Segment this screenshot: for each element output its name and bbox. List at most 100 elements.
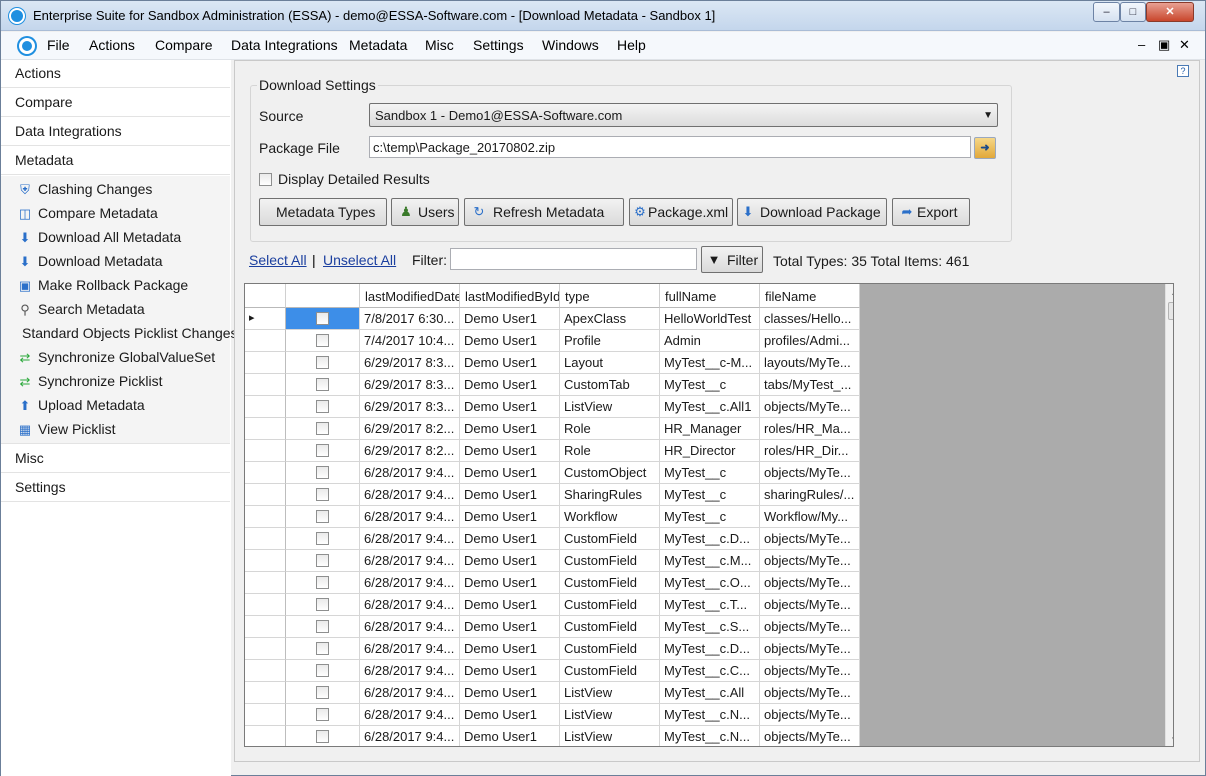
table-cell[interactable]: CustomField bbox=[560, 528, 660, 550]
row-checkbox[interactable] bbox=[316, 444, 329, 457]
mdi-close-button[interactable]: ✕ bbox=[1179, 37, 1190, 53]
table-cell[interactable]: Demo User1 bbox=[460, 616, 560, 638]
column-header-filename[interactable]: fileName bbox=[760, 284, 860, 308]
table-cell[interactable]: 6/28/2017 9:4... bbox=[360, 484, 460, 506]
row-checkbox[interactable] bbox=[316, 312, 329, 325]
sidebar-item-compare-metadata[interactable]: ◫ Compare Metadata bbox=[17, 203, 229, 225]
table-cell[interactable]: CustomField bbox=[560, 616, 660, 638]
table-cell[interactable]: Demo User1 bbox=[460, 440, 560, 462]
sidebar-item-make-rollback-package[interactable]: ▣ Make Rollback Package bbox=[17, 275, 229, 297]
table-cell[interactable]: SharingRules bbox=[560, 484, 660, 506]
row-checkbox[interactable] bbox=[316, 554, 329, 567]
app-menu-icon[interactable] bbox=[19, 38, 35, 54]
table-cell[interactable]: ListView bbox=[560, 704, 660, 726]
row-checkbox[interactable] bbox=[316, 400, 329, 413]
row-checkbox[interactable] bbox=[316, 598, 329, 611]
table-cell[interactable]: Demo User1 bbox=[460, 462, 560, 484]
table-cell[interactable]: ListView bbox=[560, 726, 660, 746]
table-cell[interactable]: 6/28/2017 9:4... bbox=[360, 704, 460, 726]
row-header[interactable] bbox=[245, 440, 286, 462]
table-cell[interactable]: Demo User1 bbox=[460, 638, 560, 660]
table-cell[interactable]: MyTest__c.M... bbox=[660, 550, 760, 572]
table-cell[interactable]: 6/29/2017 8:3... bbox=[360, 396, 460, 418]
table-cell[interactable]: 7/8/2017 6:30... bbox=[360, 308, 460, 330]
table-cell[interactable]: CustomField bbox=[560, 660, 660, 682]
table-cell[interactable]: objects/MyTe... bbox=[760, 594, 860, 616]
row-checkbox[interactable] bbox=[316, 510, 329, 523]
row-header[interactable] bbox=[245, 484, 286, 506]
sidebar-item-search-metadata[interactable]: ⚲ Search Metadata bbox=[17, 299, 229, 321]
unselect-all-link[interactable]: Unselect All bbox=[323, 252, 396, 268]
sidebar-header-compare[interactable]: Compare bbox=[1, 89, 230, 117]
table-cell[interactable]: CustomField bbox=[560, 638, 660, 660]
row-header[interactable] bbox=[245, 682, 286, 704]
table-cell[interactable]: objects/MyTe... bbox=[760, 682, 860, 704]
refresh-metadata-button[interactable]: ↻ Refresh Metadata bbox=[464, 198, 624, 226]
table-cell[interactable]: MyTest__c-M... bbox=[660, 352, 760, 374]
sidebar-item-download-metadata[interactable]: ⬇ Download Metadata bbox=[17, 251, 229, 273]
table-cell[interactable]: classes/Hello... bbox=[760, 308, 860, 330]
row-checkbox[interactable] bbox=[316, 708, 329, 721]
row-checkbox[interactable] bbox=[316, 730, 329, 743]
table-cell[interactable]: 6/28/2017 9:4... bbox=[360, 616, 460, 638]
table-cell[interactable]: Workflow bbox=[560, 506, 660, 528]
filter-input[interactable] bbox=[450, 248, 697, 270]
table-cell[interactable]: Demo User1 bbox=[460, 528, 560, 550]
table-cell[interactable]: objects/MyTe... bbox=[760, 660, 860, 682]
maximize-button[interactable]: □ bbox=[1120, 2, 1146, 22]
table-cell[interactable]: 7/4/2017 10:4... bbox=[360, 330, 460, 352]
menu-compare[interactable]: Compare bbox=[155, 37, 213, 53]
table-cell[interactable]: 6/28/2017 9:4... bbox=[360, 682, 460, 704]
sidebar-item-view-picklist[interactable]: ▦ View Picklist bbox=[17, 419, 229, 441]
table-cell[interactable]: Demo User1 bbox=[460, 550, 560, 572]
browse-folder-button[interactable]: ➜ bbox=[974, 137, 996, 159]
table-cell[interactable]: 6/28/2017 9:4... bbox=[360, 528, 460, 550]
table-cell[interactable]: MyTest__c.D... bbox=[660, 638, 760, 660]
row-header[interactable] bbox=[245, 396, 286, 418]
table-cell[interactable]: CustomTab bbox=[560, 374, 660, 396]
table-cell[interactable]: objects/MyTe... bbox=[760, 462, 860, 484]
table-cell[interactable]: ListView bbox=[560, 396, 660, 418]
menu-metadata[interactable]: Metadata bbox=[349, 37, 407, 53]
table-cell[interactable]: HR_Director bbox=[660, 440, 760, 462]
row-checkbox[interactable] bbox=[316, 532, 329, 545]
table-cell[interactable]: Demo User1 bbox=[460, 330, 560, 352]
table-cell[interactable]: Demo User1 bbox=[460, 374, 560, 396]
table-cell[interactable]: 6/28/2017 9:4... bbox=[360, 462, 460, 484]
table-cell[interactable]: MyTest__c.All bbox=[660, 682, 760, 704]
table-cell[interactable]: 6/28/2017 9:4... bbox=[360, 506, 460, 528]
table-cell[interactable]: 6/28/2017 9:4... bbox=[360, 550, 460, 572]
minimize-button[interactable]: – bbox=[1093, 2, 1120, 22]
menu-file[interactable]: File bbox=[47, 37, 70, 53]
row-header[interactable] bbox=[245, 638, 286, 660]
table-cell[interactable]: Demo User1 bbox=[460, 352, 560, 374]
row-header[interactable] bbox=[245, 660, 286, 682]
menu-misc[interactable]: Misc bbox=[425, 37, 454, 53]
table-cell[interactable]: layouts/MyTe... bbox=[760, 352, 860, 374]
table-cell[interactable]: Profile bbox=[560, 330, 660, 352]
table-cell[interactable]: Demo User1 bbox=[460, 572, 560, 594]
column-header-type[interactable]: type bbox=[560, 284, 660, 308]
table-cell[interactable]: Demo User1 bbox=[460, 308, 560, 330]
table-cell[interactable]: Demo User1 bbox=[460, 704, 560, 726]
menu-actions[interactable]: Actions bbox=[89, 37, 135, 53]
table-cell[interactable]: objects/MyTe... bbox=[760, 704, 860, 726]
table-cell[interactable]: MyTest__c.S... bbox=[660, 616, 760, 638]
select-all-link[interactable]: Select All bbox=[249, 252, 307, 268]
row-header[interactable] bbox=[245, 418, 286, 440]
table-cell[interactable]: Demo User1 bbox=[460, 660, 560, 682]
column-header-fullname[interactable]: fullName bbox=[660, 284, 760, 308]
row-checkbox[interactable] bbox=[316, 642, 329, 655]
row-header[interactable] bbox=[245, 462, 286, 484]
column-header-lastmodifiedbyid[interactable]: lastModifiedById bbox=[460, 284, 560, 308]
display-detailed-results-checkbox[interactable] bbox=[259, 173, 272, 186]
table-cell[interactable]: CustomField bbox=[560, 572, 660, 594]
package-file-input[interactable]: c:\temp\Package_20170802.zip bbox=[369, 136, 971, 158]
row-header[interactable] bbox=[245, 616, 286, 638]
row-checkbox[interactable] bbox=[316, 356, 329, 369]
table-cell[interactable]: 6/29/2017 8:2... bbox=[360, 418, 460, 440]
table-cell[interactable]: Admin bbox=[660, 330, 760, 352]
row-header[interactable] bbox=[245, 572, 286, 594]
table-cell[interactable]: 6/29/2017 8:3... bbox=[360, 374, 460, 396]
row-checkbox[interactable] bbox=[316, 334, 329, 347]
